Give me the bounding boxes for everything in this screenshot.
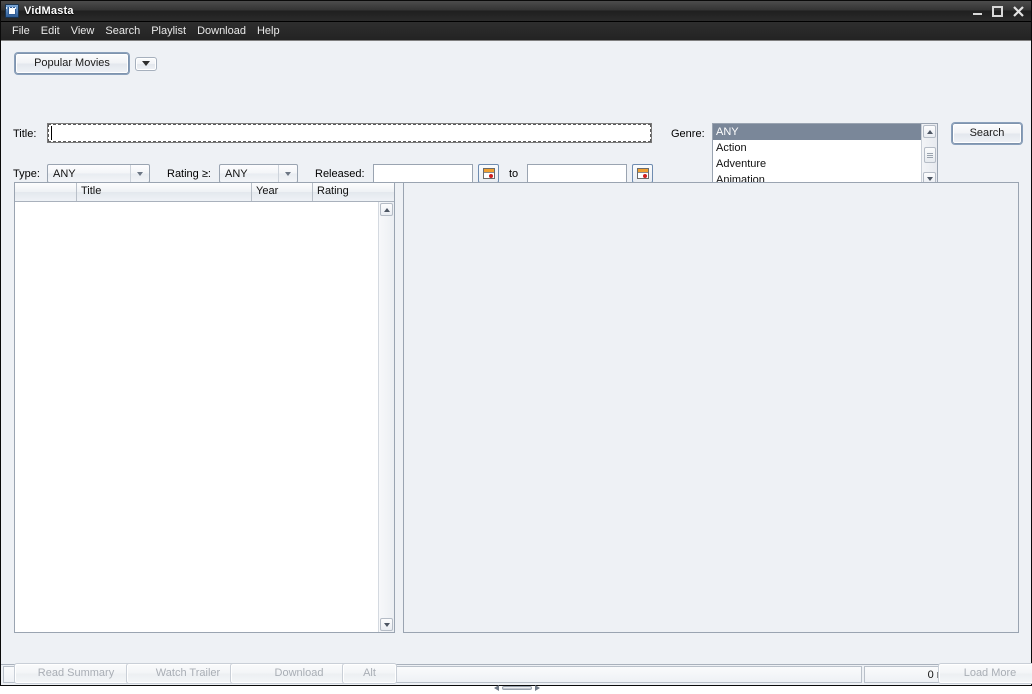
rating-select-value: ANY [225,168,248,180]
type-select-value: ANY [53,168,76,180]
column-header-year[interactable]: Year [252,183,313,201]
scroll-down-icon[interactable] [380,618,393,631]
released-from-calendar-button[interactable] [478,164,499,183]
menu-item-search[interactable]: Search [100,24,146,39]
menu-item-file[interactable]: File [7,24,36,39]
released-label: Released: [315,168,365,180]
toolbar: Popular Movies [15,53,157,74]
alt-button[interactable]: Alt [342,663,397,684]
chevron-down-icon [130,165,149,182]
scrollbar-thumb[interactable] [924,147,936,163]
results-table-header: Title Year Rating [15,183,394,202]
title-label: Title: [13,128,36,140]
released-from-input[interactable] [373,164,473,183]
title-bar: VidMasta [1,1,1031,22]
maximize-icon[interactable] [992,6,1003,17]
title-input[interactable] [47,123,652,143]
released-to-input[interactable] [527,164,627,183]
details-panel[interactable] [403,182,1019,633]
menu-bar: File Edit View Search Playlist Download … [1,22,1031,41]
calendar-icon [637,168,649,179]
column-header-select[interactable] [15,183,77,201]
popular-movies-dropdown-button[interactable] [135,57,157,71]
minimize-icon[interactable] [972,6,983,17]
menu-item-help[interactable]: Help [252,24,286,39]
genre-listbox-items: ANY Action Adventure Animation [713,124,921,186]
genre-option-any[interactable]: ANY [713,124,921,140]
chevron-down-icon [142,61,150,66]
scroll-up-icon[interactable] [923,125,936,138]
text-caret [51,126,52,140]
main-content: Popular Movies Title: Type: ANY Rating ≥… [1,41,1031,664]
rating-select[interactable]: ANY [219,164,298,183]
results-scrollbar[interactable] [378,202,394,632]
column-header-title[interactable]: Title [77,183,252,201]
genre-label: Genre: [671,128,705,140]
split-pane-divider[interactable] [489,682,545,694]
film-strip-icon [5,4,19,18]
genre-listbox[interactable]: ANY Action Adventure Animation [712,123,938,187]
released-to-calendar-button[interactable] [632,164,653,183]
rating-label: Rating ≥: [167,168,211,180]
popular-movies-button[interactable]: Popular Movies [15,53,129,74]
calendar-icon [483,168,495,179]
type-select[interactable]: ANY [47,164,150,183]
type-label: Type: [13,168,40,180]
genre-option-action[interactable]: Action [713,140,921,156]
window-controls [972,1,1025,22]
divider-grip[interactable] [502,686,532,690]
genre-scrollbar[interactable] [921,124,937,186]
read-summary-button[interactable]: Read Summary [14,663,138,684]
search-button[interactable]: Search [952,123,1022,144]
results-table-body-wrap [15,202,394,632]
released-to-label: to [509,168,518,180]
application-window: VidMasta File Edit View Search Playlist … [0,0,1032,686]
menu-item-playlist[interactable]: Playlist [146,24,192,39]
chevron-down-icon [278,165,297,182]
load-more-button[interactable]: Load More [938,663,1032,684]
column-header-rating[interactable]: Rating [313,183,379,201]
menu-item-view[interactable]: View [66,24,101,39]
results-table-body[interactable] [15,202,378,632]
scroll-up-icon[interactable] [380,203,393,216]
results-table-panel: Title Year Rating [14,182,395,633]
window-title: VidMasta [24,5,74,17]
menu-item-edit[interactable]: Edit [36,24,66,39]
close-icon[interactable] [1012,5,1025,18]
menu-item-download[interactable]: Download [192,24,252,39]
genre-option-adventure[interactable]: Adventure [713,156,921,172]
